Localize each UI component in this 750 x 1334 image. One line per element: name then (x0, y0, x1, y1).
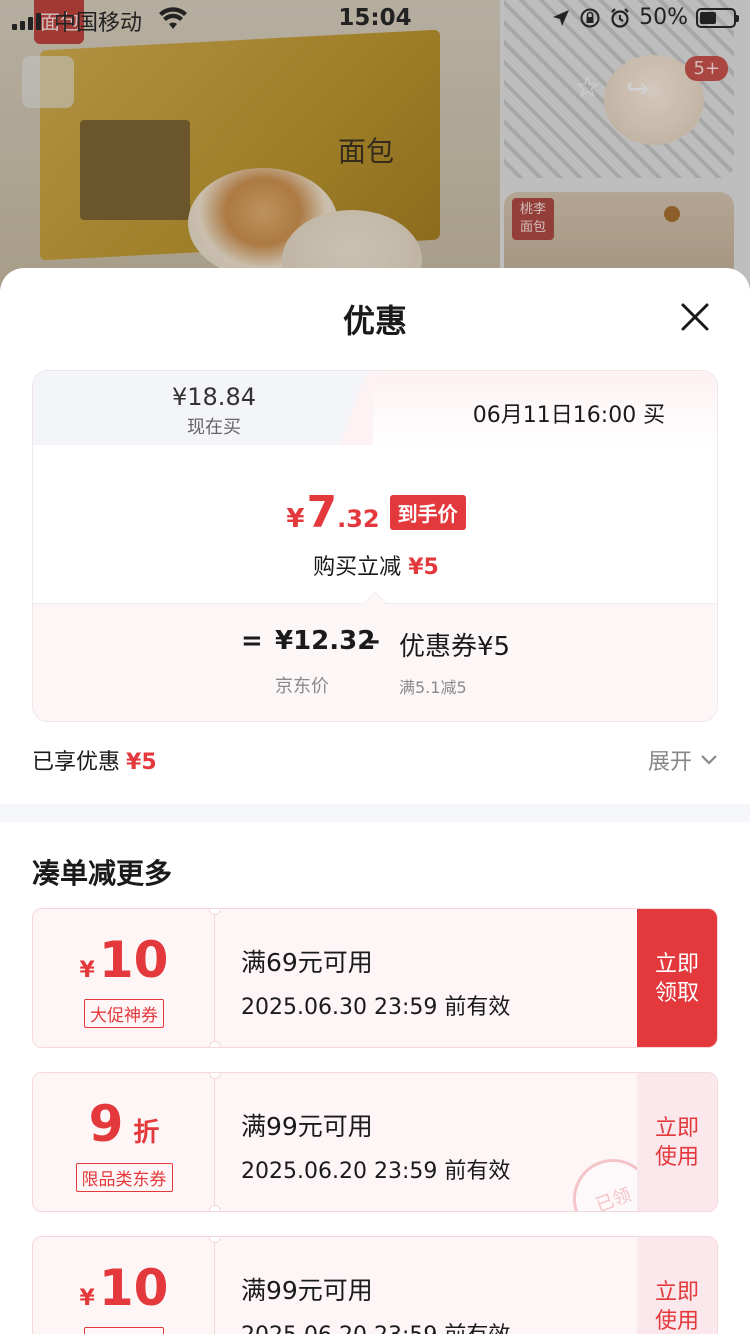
battery-icon (696, 7, 739, 28)
coupon-condition: 满99元可用 (241, 1112, 373, 1141)
coupon-condition: 满69元可用 (241, 948, 373, 977)
claim-coupon-button[interactable]: 立即 领取 (637, 909, 717, 1047)
use-button-line1: 立即 (654, 1280, 699, 1305)
use-coupon-button[interactable]: 立即 使用 (637, 1237, 717, 1334)
location-icon (553, 9, 570, 26)
sheet-title: 优惠 (342, 302, 407, 340)
alarm-icon (611, 7, 629, 28)
coupon-amount: 9 (88, 1095, 124, 1153)
final-price-row: ¥ 7 .32 到手价 (33, 487, 717, 538)
coupon-validity: 2025.06.20 23:59 前有效 (241, 1317, 510, 1334)
enjoyed-discount-amount: ¥5 (126, 750, 157, 775)
instant-reduce-label: 购买立减 (313, 555, 402, 580)
coupon-type: 大促神券 (33, 1327, 215, 1334)
section-title: 凑单减更多 (32, 857, 173, 890)
use-button-line2: 使用 (654, 1145, 699, 1170)
enjoyed-discount-row: 已享优惠 ¥5 (32, 744, 157, 776)
buy-now-label: 现在买 (187, 417, 241, 438)
coupon-notch (209, 1205, 221, 1211)
coupon-card: 9 折 限品类东券 满99元可用 2025.06.20 23:59 前有效 已领… (32, 1072, 718, 1212)
coupon-condition: 满99元可用 (241, 1276, 373, 1305)
coupon-notch (209, 1237, 221, 1243)
coupon-unit: 折 (133, 1118, 160, 1148)
coupon-deduction: 优惠券¥5 (399, 632, 511, 662)
coupon-type-label: 限品类东券 (75, 1163, 173, 1192)
coupon-notch (209, 1041, 221, 1047)
buy-later-label: 06月11日16:00 买 (472, 403, 666, 428)
claim-button-line1: 立即 (654, 952, 699, 977)
chevron-down-icon (701, 755, 717, 765)
use-button-line1: 立即 (654, 1116, 699, 1141)
enjoyed-discount-label: 已享优惠 (32, 750, 121, 775)
coupon-type-label: 大促神券 (84, 999, 164, 1028)
coupon-card: ¥ 10 大促神券 满99元可用 2025.06.20 23:59 前有效 立即… (32, 1236, 718, 1334)
section-divider (0, 804, 750, 822)
status-right-group: 50% (551, 5, 739, 30)
final-price-tag: 到手价 (389, 495, 466, 530)
use-coupon-button[interactable]: 立即 使用 (637, 1073, 717, 1211)
coupon-validity: 2025.06.30 23:59 前有效 (241, 995, 511, 1020)
coupon-card: ¥ 10 大促神券 满69元可用 2025.06.30 23:59 前有效 立即… (32, 908, 718, 1048)
discount-sheet: 优惠 ¥18.84 现在买 06月11日16:00 买 ¥ 7 .32 到手价 … (0, 268, 750, 1334)
final-price-integer: 7 (306, 487, 338, 538)
coupon-validity: 2025.06.20 23:59 前有效 (241, 1159, 511, 1184)
expand-label: 展开 (647, 750, 692, 775)
lock-rotation-icon (580, 8, 600, 27)
final-price: ¥ 7 .32 (286, 487, 379, 538)
close-icon[interactable] (674, 296, 716, 338)
dim-overlay[interactable] (0, 0, 750, 290)
use-button-line2: 使用 (654, 1309, 699, 1334)
jd-price: ¥12.32 (275, 626, 376, 656)
coupon-currency: ¥ (79, 958, 95, 983)
final-price-currency: ¥ (286, 504, 305, 534)
battery-level (700, 11, 716, 24)
calc-equals: = (241, 626, 263, 656)
coupon-amount: 10 (98, 931, 169, 989)
coupon-value: ¥ 10 (33, 931, 215, 989)
coupon-currency: ¥ (79, 1286, 95, 1311)
coupon-value: 9 折 (33, 1095, 215, 1153)
coupon-value: ¥ 10 (33, 1259, 215, 1317)
coupon-notch (209, 909, 221, 915)
coupon-notch (209, 1073, 221, 1079)
coupon-amount: 10 (98, 1259, 169, 1317)
instant-reduce-amount: ¥5 (408, 555, 439, 580)
final-price-decimal: .32 (337, 505, 380, 533)
instant-reduce-row: 购买立减 ¥5 (33, 549, 717, 581)
background-product-page: 面包 面包 ☆ ↪ 5+ 桃李 面包 (0, 0, 750, 290)
calc-notch (363, 591, 387, 615)
expand-button[interactable]: 展开 (648, 744, 718, 776)
price-breakdown-card: ¥18.84 现在买 06月11日16:00 买 ¥ 7 .32 到手价 购买立… (32, 370, 718, 722)
claim-button-line2: 领取 (654, 981, 699, 1006)
coupon-condition-label: 满5.1减5 (399, 678, 467, 697)
calc-minus: – (367, 626, 380, 656)
coupon-type-label: 大促神券 (84, 1327, 164, 1334)
coupon-type: 限品类东券 (33, 1163, 215, 1192)
battery-percent: 50% (639, 5, 688, 30)
jd-price-label: 京东价 (275, 676, 329, 697)
coupon-type: 大促神券 (33, 999, 215, 1028)
status-bar: 中国移动 15:04 50% (0, 0, 750, 40)
buy-now-price: ¥18.84 (172, 383, 256, 411)
price-calculation: = ¥12.32 – 优惠券¥5 京东价 满5.1减5 (33, 591, 717, 721)
